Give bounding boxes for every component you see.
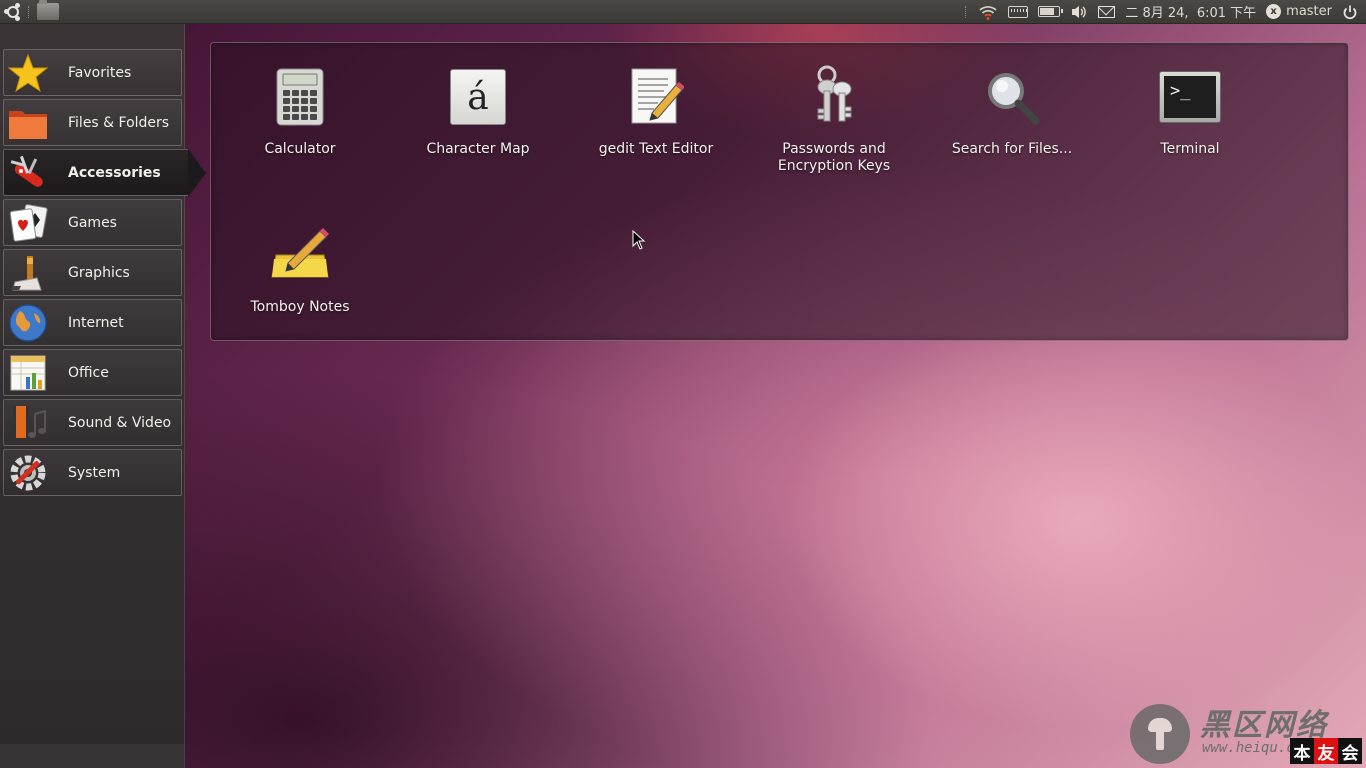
clock[interactable]: 二 8月 24, 6:01 下午 <box>1125 2 1256 21</box>
app-tomboy-notes[interactable]: Tomboy Notes <box>211 201 389 341</box>
category-graphics[interactable]: Graphics <box>3 249 182 296</box>
swiss-knife-icon <box>4 149 52 196</box>
category-sidebar: Favorites Files & Folders Accessories Ga… <box>0 24 206 768</box>
category-sound-video[interactable]: Sound & Video <box>3 399 182 446</box>
app-terminal[interactable]: >_ Terminal <box>1101 43 1279 183</box>
volume-icon[interactable] <box>1070 3 1088 21</box>
category-label: Sound & Video <box>68 414 172 431</box>
wifi-icon[interactable] <box>978 3 998 21</box>
terminal-icon: >_ <box>1158 65 1222 129</box>
app-character-map[interactable]: á Character Map <box>389 43 567 183</box>
category-label: Office <box>68 364 109 381</box>
magnifier-icon <box>980 65 1044 129</box>
playing-cards-icon <box>4 199 52 246</box>
app-label: Terminal <box>1160 141 1220 157</box>
mail-icon[interactable] <box>1098 3 1116 21</box>
app-search-for-files[interactable]: Search for Files... <box>923 43 1101 183</box>
battery-icon[interactable] <box>1038 3 1064 21</box>
user-menu[interactable]: x master <box>1266 4 1332 19</box>
category-system[interactable]: System <box>3 449 182 496</box>
category-label: Graphics <box>68 264 130 281</box>
category-files-folders[interactable]: Files & Folders <box>3 99 182 146</box>
panel-separator <box>28 5 31 18</box>
applications-panel: Calculator á Character Map gedit Text Ed… <box>210 42 1349 341</box>
mouse-cursor-icon <box>632 229 646 254</box>
calculator-icon <box>268 65 332 129</box>
category-games[interactable]: Games <box>3 199 182 246</box>
star-icon <box>4 49 52 96</box>
app-gedit-text-editor[interactable]: gedit Text Editor <box>567 43 745 183</box>
mushroom-logo-icon <box>1130 704 1190 764</box>
category-favorites[interactable]: Favorites <box>3 49 182 96</box>
app-label: Passwords and Encryption Keys <box>777 141 891 174</box>
keys-icon <box>802 65 866 129</box>
user-name: master <box>1286 4 1332 19</box>
spreadsheet-icon <box>4 349 52 396</box>
keyboard-icon[interactable] <box>1008 3 1029 21</box>
globe-icon <box>4 299 52 346</box>
category-internet[interactable]: Internet <box>3 299 182 346</box>
category-label: Favorites <box>68 64 132 81</box>
text-editor-icon <box>624 65 688 129</box>
gear-wrench-icon <box>4 449 52 496</box>
app-label: Tomboy Notes <box>250 299 350 315</box>
watermark: 黑区网络 www.heiqu.com 本 友 会 <box>1130 700 1362 766</box>
app-calculator[interactable]: Calculator <box>211 43 389 183</box>
panel-separator <box>965 5 968 18</box>
folder-icon <box>4 99 52 146</box>
category-label: Files & Folders <box>68 114 170 131</box>
ubuntu-logo-icon[interactable] <box>4 2 22 21</box>
category-label: Games <box>68 214 117 231</box>
top-panel: 二 8月 24, 6:01 下午 x master <box>0 0 1366 24</box>
watermark-badge: 本 友 会 <box>1290 738 1362 764</box>
category-label: System <box>68 464 121 481</box>
notepad-pencil-icon <box>268 223 332 287</box>
category-label: Internet <box>68 314 124 331</box>
paint-tube-icon <box>4 249 52 296</box>
sidebar-footer <box>0 744 184 768</box>
category-label: Accessories <box>68 164 161 181</box>
power-icon[interactable] <box>1342 3 1358 21</box>
app-label: Character Map <box>426 141 530 157</box>
category-office[interactable]: Office <box>3 349 182 396</box>
category-accessories[interactable]: Accessories <box>3 149 206 197</box>
app-passwords-encryption-keys[interactable]: Passwords and Encryption Keys <box>745 43 923 183</box>
places-folder-icon[interactable] <box>37 0 59 20</box>
app-label: Calculator <box>264 141 336 157</box>
user-status-icon: x <box>1266 4 1282 19</box>
app-label: gedit Text Editor <box>598 141 714 157</box>
app-label: Search for Files... <box>951 141 1073 157</box>
character-map-icon: á <box>446 65 510 129</box>
film-music-icon <box>4 399 52 446</box>
